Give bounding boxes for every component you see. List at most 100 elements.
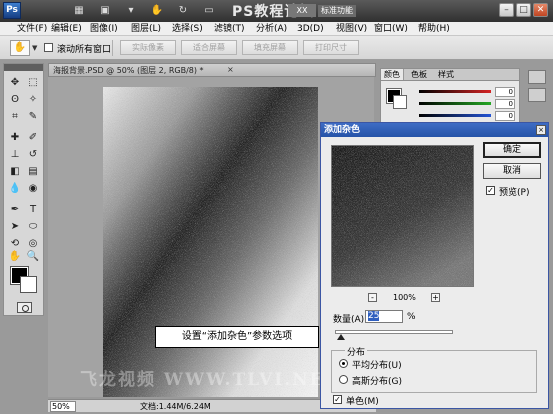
eyedropper-tool-icon[interactable]: ✎ xyxy=(25,109,41,124)
menu-file[interactable]: 文件(F) xyxy=(17,23,47,35)
zoom-in-button[interactable]: + xyxy=(431,293,440,302)
toolbox-header[interactable] xyxy=(4,64,43,71)
eraser-tool-icon[interactable]: ◧ xyxy=(7,164,23,179)
menu-edit[interactable]: 编辑(E) xyxy=(51,23,82,35)
history-brush-icon[interactable]: ↺ xyxy=(25,147,41,162)
document-size-info[interactable]: 文档:1.44M/6.24M xyxy=(140,401,211,412)
maximize-button[interactable]: □ xyxy=(516,3,531,17)
red-slider[interactable] xyxy=(419,90,491,93)
panel-background-swatch[interactable] xyxy=(393,95,407,109)
ps-logo-icon: Ps xyxy=(3,2,21,19)
gaussian-radio[interactable] xyxy=(339,375,348,384)
tab-swatches[interactable]: 色板 xyxy=(408,69,430,80)
path-selection-icon[interactable]: ➤ xyxy=(7,219,23,234)
view-extras-icon[interactable]: ▣ xyxy=(96,4,114,17)
amount-slider-thumb[interactable] xyxy=(336,334,345,340)
watermark: 飞龙视频 WWW.TLVI.NET xyxy=(80,370,340,390)
type-tool-icon[interactable]: T xyxy=(25,202,41,217)
zoom-tool-icon[interactable]: 🔍 xyxy=(25,249,41,264)
blur-tool-icon[interactable]: 💧 xyxy=(7,181,23,196)
navigator-panel-icon[interactable] xyxy=(528,88,546,102)
menu-view[interactable]: 视图(V) xyxy=(336,23,367,35)
add-noise-dialog: 添加杂色 × - 100% + 确定 取消 ✓ 预览(P) 数量(A): 25 … xyxy=(320,122,549,409)
actual-pixels-button[interactable]: 实际像素 xyxy=(120,40,176,55)
noise-preview[interactable] xyxy=(331,145,474,287)
print-size-button[interactable]: 打印尺寸 xyxy=(303,40,359,55)
quick-select-tool-icon[interactable]: ✧ xyxy=(25,92,41,107)
menu-select[interactable]: 选择(S) xyxy=(172,23,203,35)
preview-label: 预览(P) xyxy=(499,188,530,198)
preview-checkbox[interactable]: ✓ xyxy=(486,186,495,195)
amount-label: 数量(A): xyxy=(333,315,368,325)
background-color-swatch[interactable] xyxy=(20,276,37,293)
amount-input[interactable]: 25 xyxy=(365,310,403,323)
document-tab[interactable]: 海报背景.PSD @ 50% (图层 2, RGB/8) * × xyxy=(48,63,376,77)
dodge-tool-icon[interactable]: ◉ xyxy=(25,181,41,196)
menu-window[interactable]: 窗口(W) xyxy=(374,23,408,35)
quick-mask-icon[interactable] xyxy=(17,302,32,313)
rotate-view-icon[interactable]: ↻ xyxy=(174,4,192,17)
blue-value[interactable]: 0 xyxy=(495,111,515,121)
gaussian-label: 高斯分布(G) xyxy=(352,377,402,387)
workspace-switcher[interactable]: 标准功能 xyxy=(318,5,356,17)
tool-preset-dropdown-icon[interactable]: ▼ xyxy=(32,44,37,52)
menu-bar: 文件(F) 编辑(E) 图像(I) 图层(L) 选择(S) 滤镜(T) 分析(A… xyxy=(0,22,553,36)
uniform-radio[interactable] xyxy=(339,359,348,368)
pen-tool-icon[interactable]: ✒ xyxy=(7,202,23,217)
menu-image[interactable]: 图像(I) xyxy=(90,23,118,35)
launch-bridge-icon[interactable]: ▦ xyxy=(70,4,88,17)
scroll-all-windows-checkbox[interactable] xyxy=(44,43,53,52)
amount-value: 25 xyxy=(368,311,380,321)
zoom-field[interactable]: 50% xyxy=(50,401,76,412)
clone-stamp-icon[interactable]: ⊥ xyxy=(7,147,23,162)
options-bar: ✋ ▼ 滚动所有窗口 实际像素 适合屏幕 填充屏幕 打印尺寸 xyxy=(0,36,553,60)
monochromatic-checkbox[interactable]: ✓ xyxy=(333,395,342,404)
distribution-title: 分布 xyxy=(345,345,368,358)
monochromatic-label: 单色(M) xyxy=(346,397,379,407)
menu-3d[interactable]: 3D(D) xyxy=(297,23,324,35)
dialog-title: 添加杂色 xyxy=(321,123,548,137)
color-panel: 0 0 0 xyxy=(380,81,520,126)
green-slider[interactable] xyxy=(419,102,491,105)
healing-brush-icon[interactable]: ✚ xyxy=(7,130,23,145)
brush-tool-icon[interactable]: ✐ xyxy=(25,130,41,145)
zoom-level-icon[interactable]: ▾ xyxy=(122,4,140,17)
menu-layer[interactable]: 图层(L) xyxy=(131,23,161,35)
marquee-tool-icon[interactable]: ⬚ xyxy=(25,75,41,90)
menu-help[interactable]: 帮助(H) xyxy=(418,23,450,35)
ok-button[interactable]: 确定 xyxy=(483,142,541,158)
shape-tool-icon[interactable]: ⬭ xyxy=(25,219,41,234)
uniform-label: 平均分布(U) xyxy=(352,361,402,371)
zoom-out-button[interactable]: - xyxy=(368,293,377,302)
fill-screen-button[interactable]: 填充屏幕 xyxy=(242,40,298,55)
green-value[interactable]: 0 xyxy=(495,99,515,109)
cancel-button[interactable]: 取消 xyxy=(483,163,541,179)
document-close-icon[interactable]: × xyxy=(227,65,234,74)
separator xyxy=(112,40,113,56)
dialog-close-icon[interactable]: × xyxy=(536,125,546,135)
menu-filter[interactable]: 滤镜(T) xyxy=(214,23,245,35)
scroll-all-windows-label: 滚动所有窗口 xyxy=(57,45,112,55)
blue-slider[interactable] xyxy=(419,114,491,117)
crop-tool-icon[interactable]: ⌗ xyxy=(7,109,23,124)
hand-tool-selected-icon[interactable]: ✋ xyxy=(7,249,23,264)
hand-icon[interactable]: ✋ xyxy=(10,40,30,56)
arrange-documents-icon[interactable]: ▭ xyxy=(200,4,218,17)
tab-color[interactable]: 颜色 xyxy=(381,69,404,80)
amount-slider[interactable] xyxy=(335,330,453,334)
zoom-box: XX xyxy=(288,4,316,17)
history-panel-icon[interactable] xyxy=(528,70,546,84)
color-panel-tabs: 颜色 色板 样式 xyxy=(380,68,520,81)
gradient-tool-icon[interactable]: ▤ xyxy=(25,164,41,179)
menu-analysis[interactable]: 分析(A) xyxy=(256,23,287,35)
tab-styles[interactable]: 样式 xyxy=(435,69,457,80)
fit-screen-button[interactable]: 适合屏幕 xyxy=(181,40,237,55)
title-bar: Ps ▦ ▣ ▾ ✋ ↻ ▭ PS教程论坛 XX 标准功能 – □ ✕ xyxy=(0,0,553,22)
lasso-tool-icon[interactable]: ʘ xyxy=(7,92,23,107)
close-button[interactable]: ✕ xyxy=(533,3,548,17)
move-tool-icon[interactable]: ✥ xyxy=(7,75,23,90)
amount-unit: % xyxy=(407,312,416,322)
hand-tool-icon[interactable]: ✋ xyxy=(148,4,166,17)
red-value[interactable]: 0 xyxy=(495,87,515,97)
minimize-button[interactable]: – xyxy=(499,3,514,17)
